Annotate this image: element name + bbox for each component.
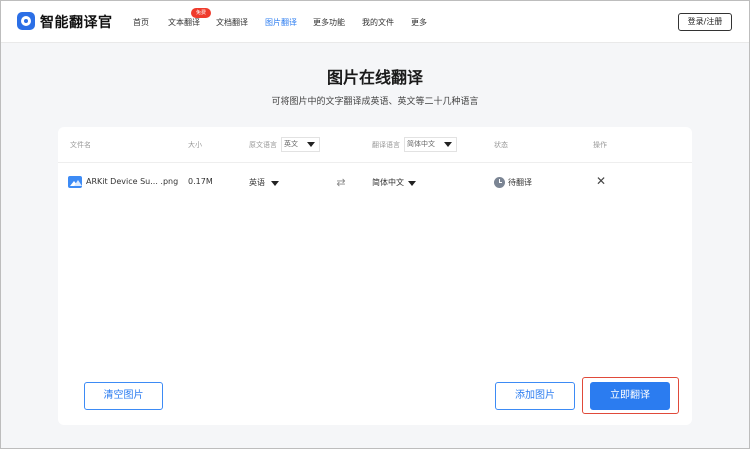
file-size: 0.17M (188, 177, 213, 186)
nav-item-more[interactable]: 更多 (411, 17, 427, 28)
header-divider (58, 162, 692, 163)
nav-item-text-translate[interactable]: 文本翻译 (168, 17, 200, 28)
image-file-icon (68, 176, 82, 188)
nav-item-my-files[interactable]: 我的文件 (362, 17, 394, 28)
swap-icon[interactable]: ⇄ (335, 177, 347, 188)
source-lang-select[interactable]: 英文 (281, 137, 320, 152)
brand-name[interactable]: 智能翻译官 (40, 12, 113, 32)
column-header-size: 大小 (188, 141, 202, 149)
column-header-action: 操作 (593, 141, 607, 149)
add-image-button[interactable]: 添加图片 (495, 382, 575, 410)
column-header-target-lang: 翻译语言 (372, 141, 400, 149)
nav-item-doc-translate[interactable]: 文档翻译 (216, 17, 248, 28)
nav-item-home[interactable]: 首页 (133, 17, 149, 28)
target-lang-select-value: 简体中文 (407, 140, 435, 148)
file-name: ARKit Device Su... .png (86, 177, 179, 186)
column-header-status: 状态 (494, 141, 508, 149)
clear-images-button[interactable]: 清空图片 (84, 382, 163, 410)
translate-now-button[interactable]: 立即翻译 (590, 382, 670, 410)
row-source-lang[interactable]: 英语 (249, 177, 265, 188)
clock-icon (494, 177, 505, 188)
row-target-lang[interactable]: 简体中文 (372, 177, 404, 188)
chevron-down-icon[interactable] (271, 181, 279, 186)
logo-icon[interactable] (17, 12, 35, 30)
nav-item-image-translate[interactable]: 图片翻译 (265, 17, 297, 28)
page-title: 图片在线翻译 (326, 68, 423, 87)
source-lang-select-value: 英文 (284, 140, 298, 148)
chevron-down-icon[interactable] (408, 181, 416, 186)
column-header-source-lang: 原文语言 (249, 141, 277, 149)
page-subtitle: 可将图片中的文字翻译成英语、英文等二十几种语言 (271, 97, 479, 107)
upload-card: 文件名 大小 原文语言 英文 翻译语言 简体中文 状态 操作 ARKit Dev… (58, 127, 692, 425)
target-lang-select[interactable]: 简体中文 (404, 137, 457, 152)
close-icon[interactable]: ✕ (595, 175, 607, 187)
top-nav-bar: 智能翻译官 首页 文本翻译 免费 文档翻译 图片翻译 更多功能 我的文件 更多 … (1, 1, 749, 43)
chevron-down-icon (307, 142, 315, 147)
free-badge: 免费 (191, 8, 211, 18)
chevron-down-icon (444, 142, 452, 147)
row-status: 待翻译 (508, 178, 532, 187)
nav-item-more-features[interactable]: 更多功能 (313, 17, 345, 28)
login-register-button[interactable]: 登录/注册 (678, 13, 732, 31)
column-header-filename: 文件名 (70, 141, 91, 149)
